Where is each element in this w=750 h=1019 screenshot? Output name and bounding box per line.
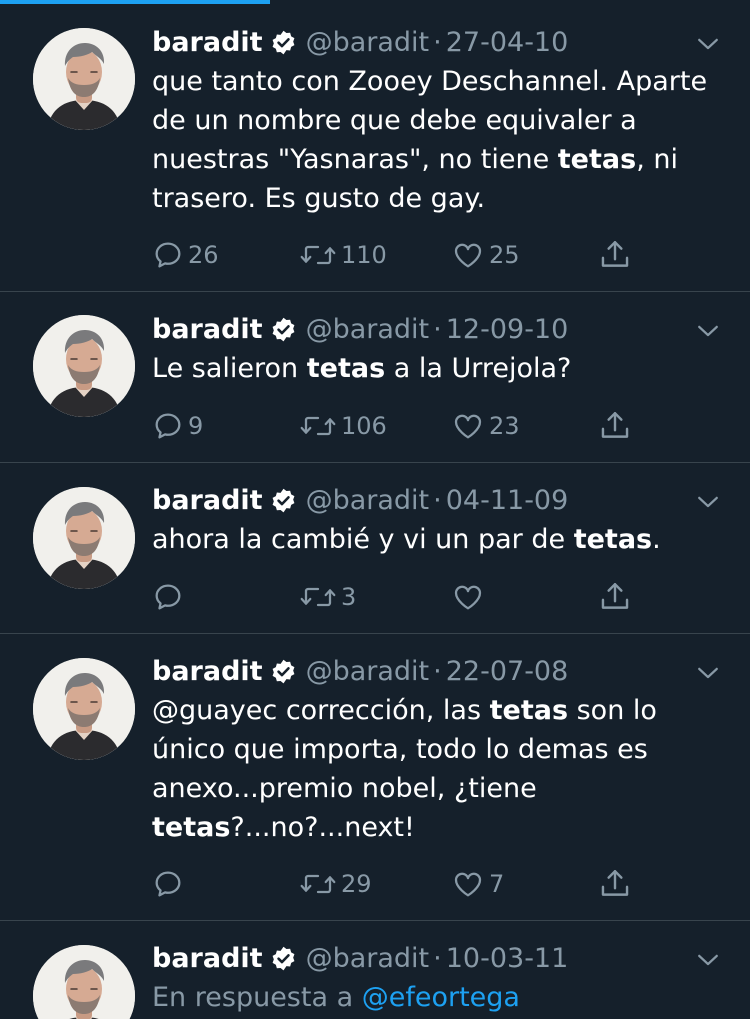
avatar[interactable] xyxy=(33,315,135,417)
retweet-count: 110 xyxy=(341,241,387,269)
like-count: 25 xyxy=(489,241,520,269)
heart-icon xyxy=(451,239,485,271)
share-button[interactable] xyxy=(598,579,632,615)
like-count: 23 xyxy=(489,412,520,440)
like-button[interactable] xyxy=(451,579,489,615)
share-icon xyxy=(598,238,632,272)
retweet-button[interactable]: 3 xyxy=(299,579,356,615)
tweet-date[interactable]: 04-11-09 xyxy=(446,485,569,516)
tweet[interactable]: baradit @baradit · 27-04-10 que tanto co… xyxy=(0,0,750,292)
chevron-down-icon[interactable] xyxy=(694,946,722,974)
share-button[interactable] xyxy=(598,408,632,444)
tweet[interactable]: baradit @baradit · 10-03-11 En respuesta… xyxy=(0,921,750,1019)
avatar[interactable] xyxy=(33,945,135,1019)
tweet-text: que tanto con Zooey Deschannel. Aparte d… xyxy=(152,66,708,214)
retweet-count: 29 xyxy=(341,870,372,898)
tweet[interactable]: baradit @baradit · 12-09-10 Le salieron … xyxy=(0,292,750,463)
display-name[interactable]: baradit xyxy=(152,656,263,687)
verified-badge-icon xyxy=(270,316,297,343)
tweet-date[interactable]: 12-09-10 xyxy=(446,314,569,345)
tweet-header: baradit @baradit · 12-09-10 xyxy=(152,311,690,347)
verified-badge-icon xyxy=(270,487,297,514)
tweet-text: @guayec corrección, las tetas son lo úni… xyxy=(152,695,657,843)
username[interactable]: @baradit xyxy=(306,485,430,516)
chevron-down-icon[interactable] xyxy=(694,659,722,687)
display-name[interactable]: baradit xyxy=(152,485,263,516)
tweet-actions: 29 7 xyxy=(152,866,652,902)
separator-dot: · xyxy=(433,942,442,974)
avatar[interactable] xyxy=(33,28,135,130)
chevron-down-icon[interactable] xyxy=(694,30,722,58)
like-button[interactable]: 25 xyxy=(451,237,520,273)
tweet-header: baradit @baradit · 27-04-10 xyxy=(152,24,690,60)
heart-icon xyxy=(451,868,485,900)
retweet-button[interactable]: 29 xyxy=(299,866,372,902)
tweet-actions: 9 106 23 xyxy=(152,408,652,444)
tweet-date[interactable]: 22-07-08 xyxy=(446,656,569,687)
tweet-actions: 26 110 25 xyxy=(152,237,652,273)
retweet-icon xyxy=(299,868,337,900)
tweet-header: baradit @baradit · 22-07-08 xyxy=(152,653,690,689)
reply-button[interactable]: 9 xyxy=(152,408,203,444)
display-name[interactable]: baradit xyxy=(152,27,263,58)
share-button[interactable] xyxy=(598,237,632,273)
chevron-down-icon[interactable] xyxy=(694,488,722,516)
username[interactable]: @baradit xyxy=(306,656,430,687)
verified-badge-icon xyxy=(270,658,297,685)
chevron-down-icon[interactable] xyxy=(694,317,722,345)
share-icon xyxy=(598,409,632,443)
heart-icon xyxy=(451,581,485,613)
retweet-button[interactable]: 110 xyxy=(299,237,387,273)
share-icon xyxy=(598,867,632,901)
reply-button[interactable]: 26 xyxy=(152,237,219,273)
separator-dot: · xyxy=(433,313,442,345)
reply-context: En respuesta a @efeortega xyxy=(152,982,520,1013)
reply-icon xyxy=(152,239,184,271)
verified-badge-icon xyxy=(270,945,297,972)
like-button[interactable]: 7 xyxy=(451,866,504,902)
reply-count: 26 xyxy=(188,241,219,269)
reply-icon xyxy=(152,581,184,613)
tweet[interactable]: baradit @baradit · 04-11-09 ahora la cam… xyxy=(0,463,750,634)
display-name[interactable]: baradit xyxy=(152,314,263,345)
tweet-text: ahora la cambié y vi un par de tetas. xyxy=(152,524,661,555)
retweet-icon xyxy=(299,239,337,271)
retweet-button[interactable]: 106 xyxy=(299,408,387,444)
display-name[interactable]: baradit xyxy=(152,943,263,974)
share-button[interactable] xyxy=(598,866,632,902)
separator-dot: · xyxy=(433,484,442,516)
like-count: 7 xyxy=(489,870,505,898)
tweet-header: baradit @baradit · 10-03-11 xyxy=(152,940,690,976)
share-icon xyxy=(598,580,632,614)
tweet-actions: 3 xyxy=(152,579,652,615)
reply-icon xyxy=(152,410,184,442)
retweet-count: 3 xyxy=(341,583,357,611)
like-button[interactable]: 23 xyxy=(451,408,520,444)
username[interactable]: @baradit xyxy=(306,314,430,345)
verified-badge-icon xyxy=(270,29,297,56)
avatar[interactable] xyxy=(33,487,135,589)
username[interactable]: @baradit xyxy=(306,943,430,974)
tweet-text: Le salieron tetas a la Urrejola? xyxy=(152,353,572,384)
tweet-date[interactable]: 10-03-11 xyxy=(446,943,569,974)
retweet-count: 106 xyxy=(341,412,387,440)
heart-icon xyxy=(451,410,485,442)
separator-dot: · xyxy=(433,655,442,687)
reply-to-link[interactable]: @efeortega xyxy=(362,982,520,1013)
separator-dot: · xyxy=(433,26,442,58)
username[interactable]: @baradit xyxy=(306,27,430,58)
avatar[interactable] xyxy=(33,658,135,760)
tweet[interactable]: baradit @baradit · 22-07-08 @guayec corr… xyxy=(0,634,750,921)
reply-button[interactable] xyxy=(152,579,188,615)
reply-icon xyxy=(152,868,184,900)
tweet-date[interactable]: 27-04-10 xyxy=(446,27,569,58)
retweet-icon xyxy=(299,410,337,442)
reply-button[interactable] xyxy=(152,866,188,902)
reply-count: 9 xyxy=(188,412,204,440)
tweet-header: baradit @baradit · 04-11-09 xyxy=(152,482,690,518)
retweet-icon xyxy=(299,581,337,613)
